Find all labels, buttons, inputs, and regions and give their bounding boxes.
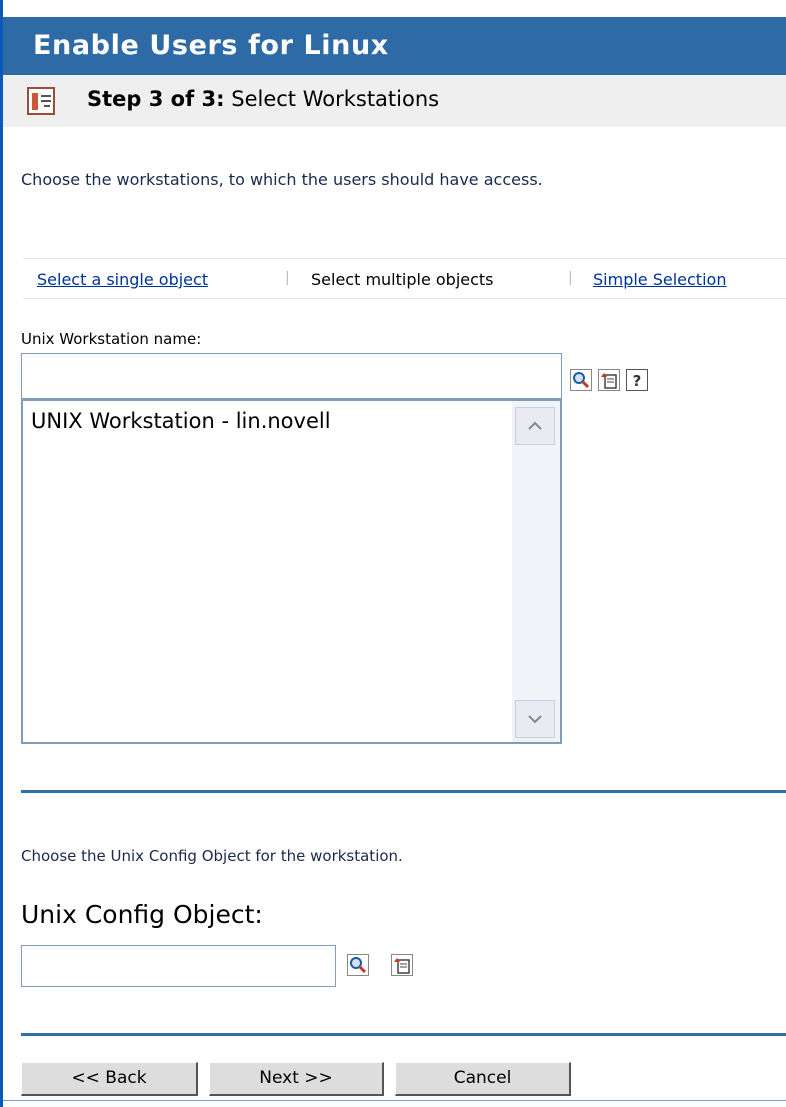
- workstation-name-input[interactable]: [21, 353, 562, 399]
- tab-separator: |: [285, 270, 290, 286]
- tab-simple-selection[interactable]: Simple Selection: [593, 270, 726, 289]
- config-object-label: Unix Config Object:: [21, 900, 263, 929]
- next-button[interactable]: Next >>: [209, 1062, 384, 1096]
- step-title: Select Workstations: [231, 87, 440, 111]
- object-browser-icon[interactable]: [391, 954, 413, 976]
- svg-text:?: ?: [633, 372, 642, 390]
- search-icon[interactable]: [347, 954, 369, 976]
- page-title: Enable Users for Linux: [3, 17, 786, 75]
- back-button[interactable]: << Back: [21, 1062, 198, 1096]
- section-divider: [21, 790, 786, 793]
- help-icon[interactable]: ?: [626, 369, 648, 391]
- step-bar: Step 3 of 3: Select Workstations: [3, 75, 786, 127]
- footer-divider: [21, 1033, 786, 1036]
- workstation-name-label: Unix Workstation name:: [21, 330, 202, 348]
- config-instruction: Choose the Unix Config Object for the wo…: [21, 847, 403, 865]
- wizard-step-icon: [27, 87, 55, 115]
- step-prefix: Step 3 of 3:: [87, 87, 225, 111]
- search-icon[interactable]: [570, 369, 592, 391]
- workstation-list[interactable]: UNIX Workstation - lin.novell: [21, 399, 562, 744]
- scroll-up-icon[interactable]: [515, 407, 555, 445]
- scroll-down-icon[interactable]: [515, 700, 555, 738]
- tab-select-single-object[interactable]: Select a single object: [37, 270, 208, 289]
- config-object-input[interactable]: [21, 945, 336, 987]
- cancel-button[interactable]: Cancel: [395, 1062, 571, 1096]
- bottom-border: [3, 1100, 786, 1101]
- step-heading: Step 3 of 3: Select Workstations: [87, 87, 439, 111]
- selection-tabs: Select a single object | Select multiple…: [23, 258, 786, 299]
- object-browser-icon[interactable]: [598, 369, 620, 391]
- workstations-instruction: Choose the workstations, to which the us…: [21, 170, 543, 189]
- tab-select-multiple-objects: Select multiple objects: [311, 270, 494, 289]
- tab-separator: |: [568, 270, 573, 286]
- list-item[interactable]: UNIX Workstation - lin.novell: [31, 409, 331, 433]
- list-scrollbar[interactable]: [512, 401, 560, 742]
